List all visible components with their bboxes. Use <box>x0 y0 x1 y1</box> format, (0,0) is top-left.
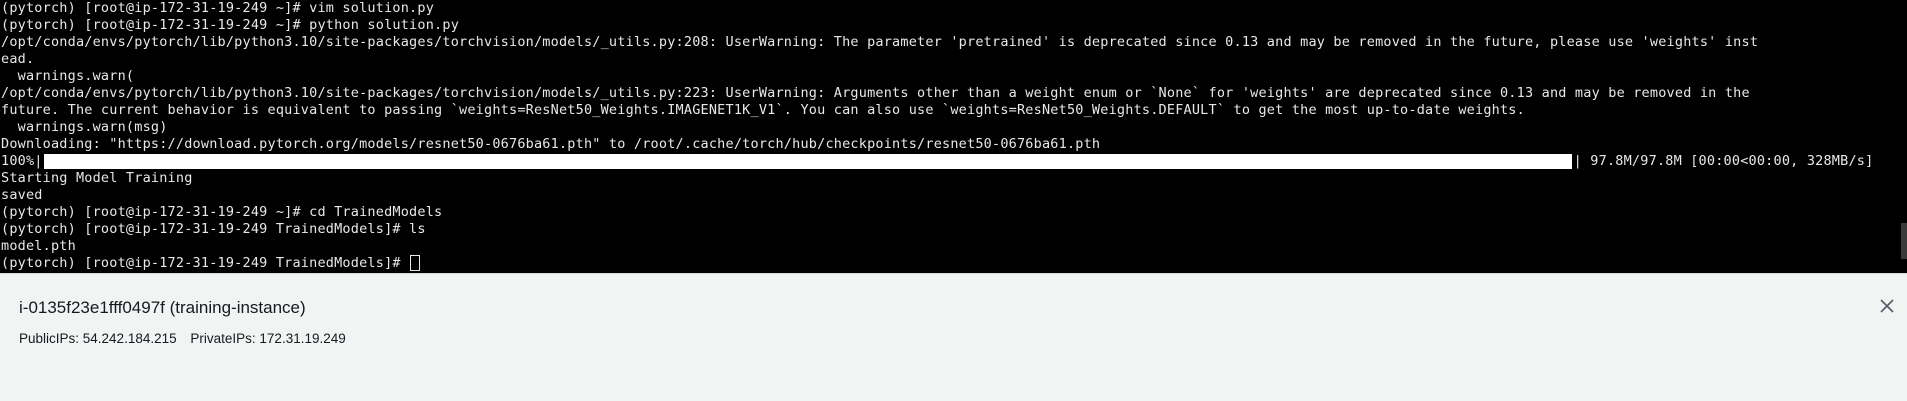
instance-info-panel: i-0135f23e1fff0497f (training-instance) … <box>0 273 1907 401</box>
terminal-line: /opt/conda/envs/pytorch/lib/python3.10/s… <box>1 34 1759 50</box>
terminal-line: Downloading: "https://download.pytorch.o… <box>1 136 1101 152</box>
progress-bar <box>43 154 1572 169</box>
prompt: (pytorch) [root@ip-172-31-19-249 Trained… <box>1 255 410 271</box>
terminal-line: warnings.warn(msg) <box>1 119 168 135</box>
progress-percent: 100%| <box>1 153 43 169</box>
terminal-line: future. The current behavior is equivale… <box>1 102 1525 118</box>
close-icon <box>1880 299 1894 313</box>
terminal-line: Starting Model Training <box>1 170 193 186</box>
download-progress-line: 100%| | 97.8M/97.8M [00:00<00:00, 328MB/s… <box>1 153 1907 170</box>
terminal-line: (pytorch) [root@ip-172-31-19-249 ~]# cd … <box>1 204 443 220</box>
scrollbar-thumb[interactable] <box>1901 223 1907 259</box>
terminal-line: saved <box>1 187 43 203</box>
close-button[interactable] <box>1875 294 1899 318</box>
instance-ips: PublicIPs: 54.242.184.215 PrivateIPs: 17… <box>19 331 356 346</box>
progress-stats: | 97.8M/97.8M [00:00<00:00, 328MB/s] <box>1573 153 1874 169</box>
terminal-prompt-line[interactable]: (pytorch) [root@ip-172-31-19-249 Trained… <box>1 255 1907 272</box>
terminal-line: /opt/conda/envs/pytorch/lib/python3.10/s… <box>1 85 1750 101</box>
terminal-line: (pytorch) [root@ip-172-31-19-249 Trained… <box>1 221 426 237</box>
terminal-line: (pytorch) [root@ip-172-31-19-249 ~]# pyt… <box>1 17 460 33</box>
terminal-line: warnings.warn( <box>1 68 135 84</box>
terminal-output: (pytorch) [root@ip-172-31-19-249 ~]# vim… <box>0 0 1907 272</box>
terminal-line: model.pth <box>1 238 76 254</box>
public-ips: PublicIPs: 54.242.184.215 <box>19 331 177 346</box>
private-ips: PrivateIPs: 172.31.19.249 <box>190 331 346 346</box>
terminal-cursor <box>410 255 421 271</box>
terminal-line: (pytorch) [root@ip-172-31-19-249 ~]# vim… <box>1 0 435 16</box>
terminal-line: ead. <box>1 51 35 67</box>
terminal-scrollbar[interactable] <box>1901 0 1907 273</box>
instance-title: i-0135f23e1fff0497f (training-instance) <box>19 298 306 317</box>
terminal-window[interactable]: (pytorch) [root@ip-172-31-19-249 ~]# vim… <box>0 0 1907 273</box>
